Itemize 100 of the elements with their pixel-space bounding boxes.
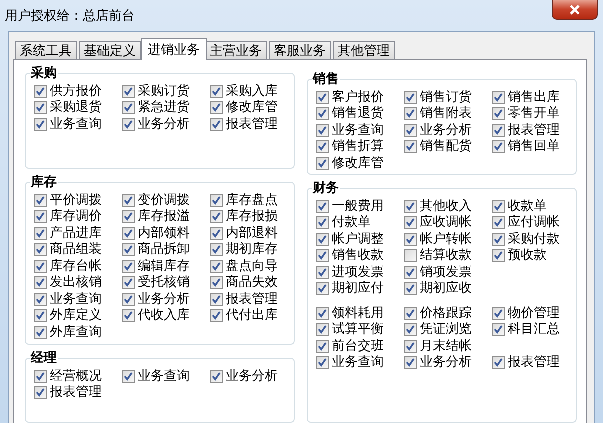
checkbox[interactable] (404, 124, 417, 137)
close-button[interactable] (552, 0, 598, 20)
tab[interactable]: 进销业务 (141, 38, 207, 60)
checkbox[interactable] (122, 118, 135, 131)
tab[interactable]: 系统工具 (15, 41, 77, 59)
checkbox[interactable] (316, 356, 329, 370)
checkbox[interactable] (210, 292, 223, 306)
checkbox-label: 代付出库 (226, 308, 278, 324)
checkbox[interactable] (122, 243, 135, 256)
checkbox-label: 期初应付 (332, 281, 384, 296)
checkbox[interactable] (210, 210, 223, 224)
checkbox[interactable] (210, 101, 223, 114)
checkbox-label: 期初应收 (420, 281, 472, 296)
checkbox[interactable] (210, 309, 223, 322)
checkbox-label: 采购订货 (138, 84, 190, 99)
checkbox-label: 业务分析 (138, 116, 190, 132)
checkbox[interactable] (34, 326, 47, 339)
checkbox[interactable] (404, 306, 417, 320)
checkbox[interactable] (404, 90, 417, 104)
checkbox[interactable] (34, 101, 47, 114)
checkbox[interactable] (316, 140, 329, 154)
checkbox-label: 变价调拨 (138, 192, 190, 208)
checkbox[interactable] (210, 194, 223, 207)
checkbox[interactable] (492, 200, 505, 213)
checkbox[interactable] (34, 309, 47, 322)
checkbox[interactable] (122, 226, 135, 240)
checkbox-label: 销售退货 (332, 106, 384, 122)
checkbox[interactable] (210, 370, 223, 383)
checkbox[interactable] (492, 140, 505, 154)
group-title: 销售 (312, 71, 340, 88)
checkbox[interactable] (34, 118, 47, 131)
checkbox[interactable] (316, 323, 329, 336)
checkbox[interactable] (404, 107, 417, 120)
checkbox-label: 应付调帐 (508, 215, 560, 230)
checkbox[interactable] (34, 243, 47, 256)
checkbox[interactable] (210, 226, 223, 240)
checkbox[interactable] (316, 216, 329, 230)
checkbox[interactable] (210, 243, 223, 256)
checkbox[interactable] (122, 84, 135, 98)
checkbox[interactable] (316, 156, 329, 170)
checkbox[interactable] (492, 356, 505, 370)
checkbox[interactable] (122, 309, 135, 322)
checkbox[interactable] (492, 249, 505, 262)
checkbox[interactable] (122, 101, 135, 114)
checkbox-label: 编辑库存 (138, 258, 190, 274)
checkbox-label: 供方报价 (50, 84, 102, 99)
checkbox[interactable] (316, 90, 329, 104)
checkbox-label: 采购入库 (226, 84, 278, 99)
checkbox[interactable] (122, 260, 135, 273)
checkbox[interactable] (34, 210, 47, 224)
tab[interactable]: 客服业务 (269, 41, 331, 59)
checkbox[interactable] (34, 292, 47, 306)
checkbox[interactable] (316, 200, 329, 213)
checkbox[interactable] (404, 282, 417, 296)
checkbox[interactable] (492, 323, 505, 336)
checkbox[interactable] (404, 340, 417, 353)
checkbox[interactable] (34, 260, 47, 273)
checkbox[interactable] (316, 232, 329, 246)
checkbox[interactable] (122, 276, 135, 290)
checkbox[interactable] (122, 292, 135, 306)
checkbox[interactable] (492, 306, 505, 320)
tab[interactable]: 基础定义 (79, 41, 141, 59)
checkbox[interactable] (404, 232, 417, 246)
tab[interactable]: 其他管理 (333, 41, 395, 59)
checkbox[interactable] (210, 84, 223, 98)
checkbox[interactable] (492, 107, 505, 120)
checkbox[interactable] (492, 232, 505, 246)
checkbox[interactable] (34, 84, 47, 98)
checkbox[interactable] (122, 370, 135, 383)
checkbox-label: 业务查询 (50, 116, 102, 132)
checkbox[interactable] (492, 216, 505, 230)
checkbox[interactable] (122, 210, 135, 224)
checkbox[interactable] (316, 340, 329, 353)
checkbox[interactable] (34, 276, 47, 290)
checkbox[interactable] (316, 124, 329, 137)
checkbox[interactable] (122, 194, 135, 207)
checkbox[interactable] (492, 90, 505, 104)
checkbox[interactable] (404, 323, 417, 336)
checkbox[interactable] (34, 194, 47, 207)
checkbox[interactable] (404, 216, 417, 230)
checkbox[interactable] (316, 282, 329, 296)
checkbox[interactable] (210, 276, 223, 290)
checkbox[interactable] (492, 124, 505, 137)
tab[interactable]: 主营业务 (205, 41, 267, 59)
checkbox[interactable] (316, 249, 329, 262)
checkbox-label: 业务查询 (138, 368, 190, 384)
checkbox-label: 库存盘点 (226, 192, 278, 208)
checkbox[interactable] (316, 306, 329, 320)
checkbox[interactable] (404, 249, 417, 262)
checkbox[interactable] (34, 370, 47, 383)
checkbox[interactable] (316, 107, 329, 120)
checkbox[interactable] (34, 226, 47, 240)
checkbox[interactable] (210, 118, 223, 131)
checkbox[interactable] (34, 386, 47, 400)
checkbox[interactable] (404, 140, 417, 154)
checkbox[interactable] (210, 260, 223, 273)
checkbox[interactable] (316, 266, 329, 279)
checkbox[interactable] (404, 266, 417, 279)
checkbox[interactable] (404, 200, 417, 213)
checkbox[interactable] (404, 356, 417, 370)
